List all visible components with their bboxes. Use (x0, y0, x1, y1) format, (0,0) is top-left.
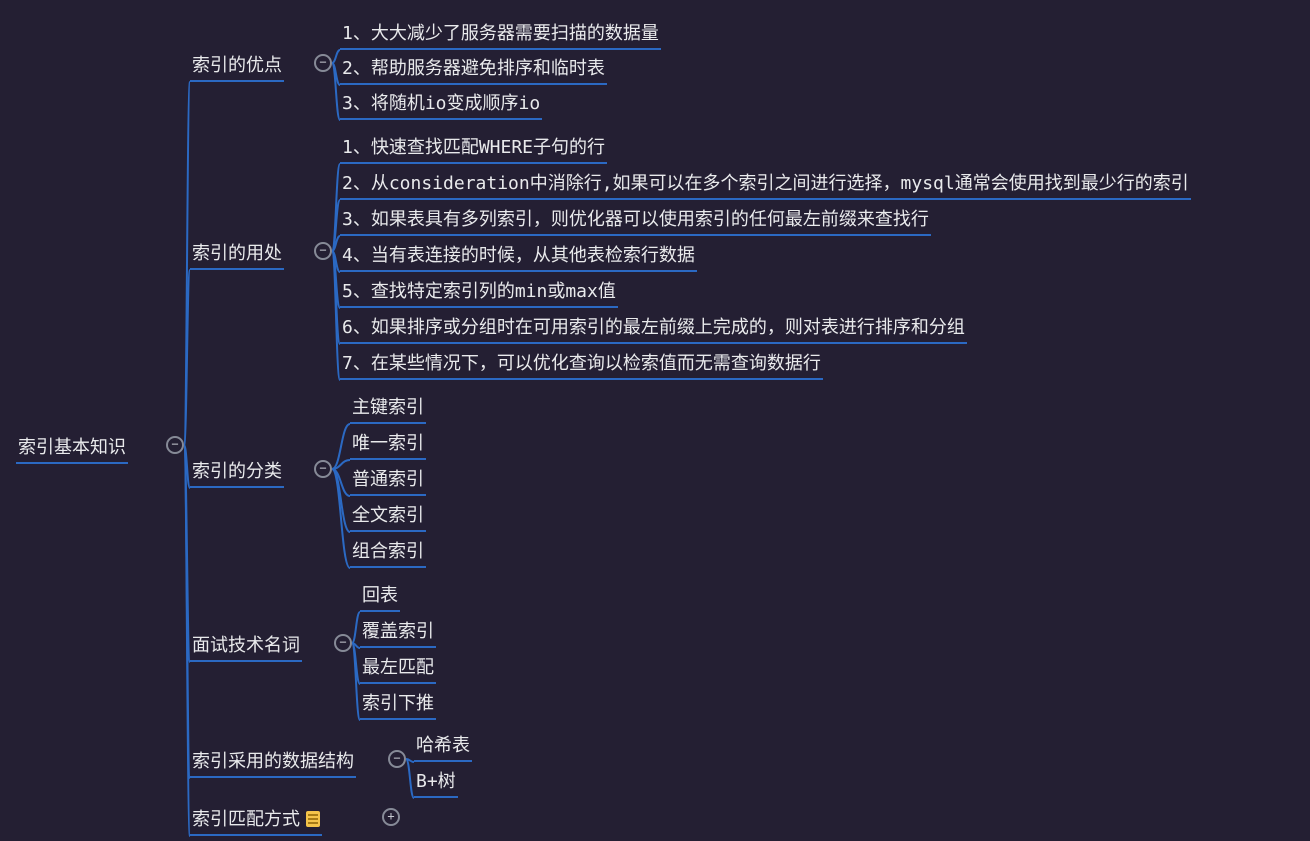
branch-node-3[interactable]: 面试技术名词 (190, 632, 302, 662)
branch-node-1[interactable]: 索引的用处 (190, 240, 284, 270)
leaf-node-1-5[interactable]: 6、如果排序或分组时在可用索引的最左前缀上完成的，则对表进行排序和分组 (340, 314, 967, 344)
connector-lines (0, 0, 1310, 841)
leaf-node-0-1[interactable]: 2、帮助服务器避免排序和临时表 (340, 55, 607, 85)
branch-toggle-1[interactable]: − (314, 242, 332, 260)
branch-toggle-2[interactable]: − (314, 460, 332, 478)
leaf-node-4-1[interactable]: B+树 (414, 768, 458, 798)
leaf-node-2-0[interactable]: 主键索引 (350, 394, 426, 424)
branch-toggle-4[interactable]: − (388, 750, 406, 768)
branch-node-0[interactable]: 索引的优点 (190, 52, 284, 82)
root-toggle[interactable]: − (166, 436, 184, 454)
branch-toggle-5[interactable]: + (382, 808, 400, 826)
leaf-node-1-2[interactable]: 3、如果表具有多列索引，则优化器可以使用索引的任何最左前缀来查找行 (340, 206, 931, 236)
branch-toggle-0[interactable]: − (314, 54, 332, 72)
leaf-node-2-3[interactable]: 全文索引 (350, 502, 426, 532)
leaf-node-0-2[interactable]: 3、将随机io变成顺序io (340, 90, 542, 120)
leaf-node-1-4[interactable]: 5、查找特定索引列的min或max值 (340, 278, 618, 308)
leaf-node-1-3[interactable]: 4、当有表连接的时候，从其他表检索行数据 (340, 242, 697, 272)
leaf-node-2-2[interactable]: 普通索引 (350, 466, 426, 496)
leaf-node-2-1[interactable]: 唯一索引 (350, 430, 426, 460)
branch-toggle-3[interactable]: − (334, 634, 352, 652)
leaf-node-1-0[interactable]: 1、快速查找匹配WHERE子句的行 (340, 134, 607, 164)
branch-node-4[interactable]: 索引采用的数据结构 (190, 748, 356, 778)
leaf-node-3-2[interactable]: 最左匹配 (360, 654, 436, 684)
leaf-node-4-0[interactable]: 哈希表 (414, 732, 472, 762)
leaf-node-1-1[interactable]: 2、从consideration中消除行,如果可以在多个索引之间进行选择，mys… (340, 170, 1191, 200)
branch-node-5[interactable]: 索引匹配方式 (190, 806, 322, 836)
root-node[interactable]: 索引基本知识 (16, 434, 128, 464)
note-icon[interactable] (306, 811, 320, 827)
leaf-node-3-0[interactable]: 回表 (360, 582, 400, 612)
leaf-node-2-4[interactable]: 组合索引 (350, 538, 426, 568)
leaf-node-3-3[interactable]: 索引下推 (360, 690, 436, 720)
leaf-node-1-6[interactable]: 7、在某些情况下，可以优化查询以检索值而无需查询数据行 (340, 350, 823, 380)
leaf-node-0-0[interactable]: 1、大大减少了服务器需要扫描的数据量 (340, 20, 661, 50)
leaf-node-3-1[interactable]: 覆盖索引 (360, 618, 436, 648)
branch-node-2[interactable]: 索引的分类 (190, 458, 284, 488)
